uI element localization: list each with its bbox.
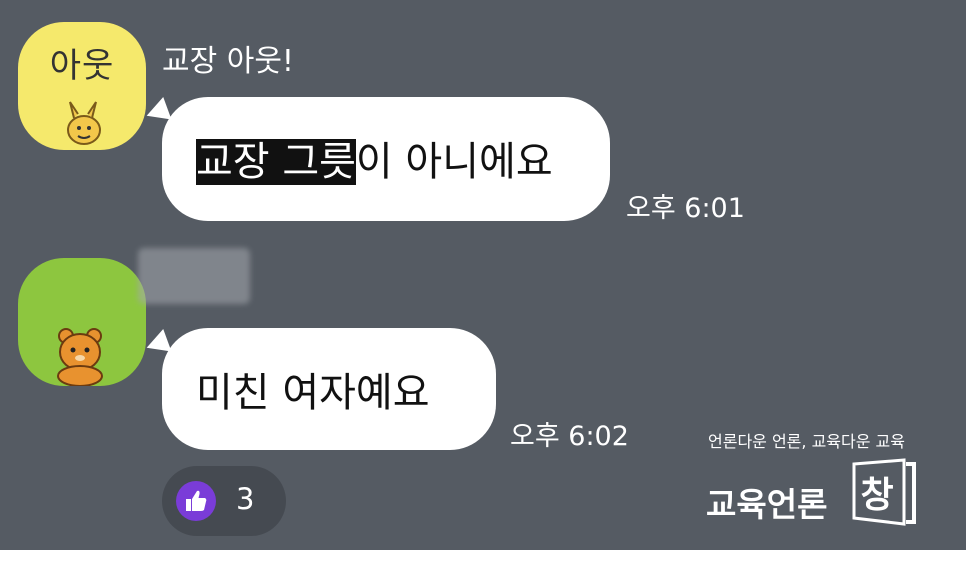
reaction-button[interactable]: 3 [162, 466, 286, 536]
character-sticker-icon [57, 328, 103, 386]
message-bubble[interactable]: 미친 여자예요 [162, 328, 496, 450]
highlighted-text: 교장 그릇 [196, 139, 356, 185]
chat-area[interactable]: 아웃 교장 아웃! 교장 그릇이 아니에요 오후 6:01 미친 여자예요 오후… [0, 0, 966, 550]
watermark-tagline: 언론다운 언론, 교육다운 교육 [708, 432, 905, 451]
message-bubble[interactable]: 교장 그릇이 아니에요 [162, 97, 610, 221]
character-sticker-icon [67, 101, 101, 145]
sender-avatar[interactable]: 아웃 [18, 22, 146, 150]
logo-label: 창 [860, 475, 894, 516]
sender-avatar[interactable] [18, 258, 146, 386]
thumbs-up-icon [176, 481, 216, 521]
watermark-logo: 창 [850, 458, 916, 528]
message-text: 미친 여자예요 [196, 370, 430, 416]
sender-name: 교장 아웃! [162, 44, 294, 79]
message-time: 오후 6:01 [626, 193, 745, 224]
message-time: 오후 6:02 [510, 421, 629, 452]
blurred-content [138, 248, 250, 304]
message-text: 이 아니에요 [355, 139, 553, 185]
reaction-count: 3 [236, 482, 255, 516]
watermark-name: 교육언론 [706, 485, 828, 524]
